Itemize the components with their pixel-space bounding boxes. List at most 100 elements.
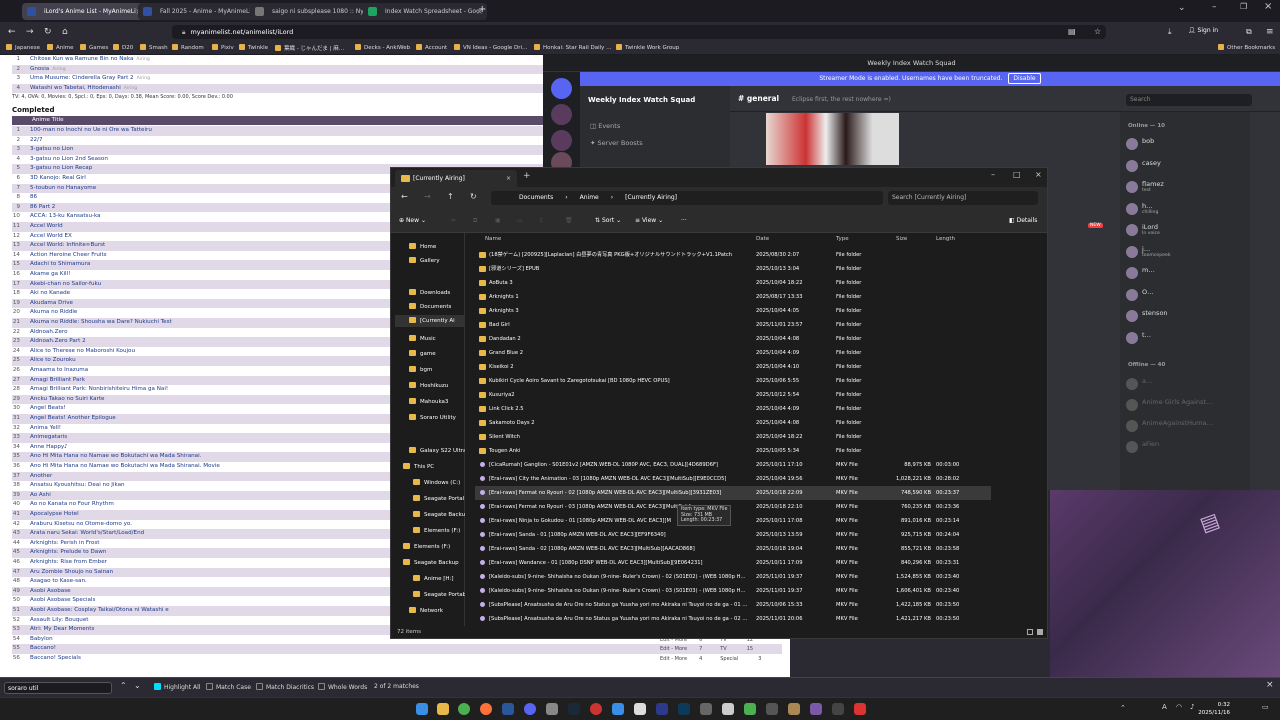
highlight-all-checkbox[interactable]: Highlight All <box>154 683 200 691</box>
bookmark-item[interactable]: Twinkle Work Group <box>616 44 679 51</box>
bookmark-item[interactable]: Pixiv <box>212 44 234 51</box>
nav-item[interactable]: bgm <box>395 364 465 376</box>
close-window-icon[interactable]: × <box>1264 1 1272 12</box>
tab-spreadsheet[interactable]: Index Watch Spreadsheet - Goo × <box>363 3 487 20</box>
anime-title-link[interactable]: Ancku Takao no Suiri Karte <box>30 396 105 402</box>
anime-title-link[interactable]: Amagi Brilliant Park: Nonbirishiteiru Hi… <box>30 386 168 392</box>
more-options-button[interactable]: ··· <box>681 217 687 224</box>
notifications-icon[interactable]: ▭ <box>1262 703 1269 711</box>
member-item[interactable]: O… <box>1126 287 1248 303</box>
match-diacritics-checkbox[interactable]: Match Diacritics <box>256 683 314 691</box>
download-icon[interactable]: ⤓ <box>1168 26 1172 38</box>
app-icon[interactable] <box>854 703 866 715</box>
anime-title-link[interactable]: 86 <box>30 194 37 200</box>
bookmark-item[interactable]: Japanese <box>6 44 40 51</box>
bookmark-item[interactable]: Twinkle <box>239 44 268 51</box>
anime-title-link[interactable]: Akuma no Riddle: Shousha wa Dare? Nukiuc… <box>30 319 172 325</box>
app-icon[interactable] <box>832 703 844 715</box>
discord-search-input[interactable]: Search <box>1126 94 1252 106</box>
anime-title-link[interactable]: Baccano! Specials <box>30 655 81 661</box>
anime-title-link[interactable]: 5-toubun no Hanayome <box>30 185 96 191</box>
file-row[interactable]: AoButa 3 2025/10/04 18:22 File folder <box>475 276 991 290</box>
anime-title-link[interactable]: 3-gatsu no Lion <box>30 146 73 152</box>
back-icon[interactable]: ← <box>401 192 408 201</box>
url-input[interactable]: 🔒︎ myanimelist.net/animelist/iLord <box>172 25 1106 39</box>
bookmark-item[interactable]: Smash <box>140 44 168 51</box>
anime-title-link[interactable]: Accel World EX <box>30 233 72 239</box>
column-date[interactable]: Date <box>756 236 769 242</box>
anime-title-link[interactable]: Aldnoah.Zero Part 2 <box>30 338 86 344</box>
maximize-icon[interactable]: ❐ <box>1240 2 1247 11</box>
anime-title-link[interactable]: Akudama Drive <box>30 300 73 306</box>
nav-item[interactable]: [Currently Ai <box>395 315 465 327</box>
cut-icon[interactable]: ✂︎ <box>451 217 456 224</box>
file-row[interactable]: [Kaleido-subs] 9-nine- Shihaisha no Ouka… <box>475 570 991 584</box>
anime-title-link[interactable]: Alice to Therese no Maboroshi Koujou <box>30 348 135 354</box>
nav-item[interactable]: Hoshikuzu <box>395 380 465 392</box>
events-item[interactable]: ◫ Events <box>590 122 620 130</box>
file-row[interactable]: Silent Witch 2025/10/04 18:22 File folder <box>475 430 991 444</box>
member-item[interactable]: AnimeAgainstHuma… <box>1126 418 1248 434</box>
other-bookmarks[interactable]: Other Bookmarks <box>1218 44 1275 51</box>
delete-icon[interactable]: 🗑︎ <box>565 217 573 224</box>
explorer-tab[interactable]: [Currently Airing] × <box>395 170 517 187</box>
file-row[interactable]: [CicaRumah] Ganglion - S01E01v2 [AMZN.WE… <box>475 458 991 472</box>
nav-item[interactable]: Network <box>395 605 465 617</box>
anime-title-link[interactable]: Animegataris <box>30 434 67 440</box>
anime-title-link[interactable]: Amagi Brilliant Park <box>30 377 85 383</box>
up-icon[interactable]: ↑ <box>447 192 454 201</box>
tab-fall-2025[interactable]: Fall 2025 - Anime - MyAnimeLis× <box>138 3 262 20</box>
anime-title-link[interactable]: Arata naru Sekai: World's/Start/Load/End <box>30 530 144 536</box>
anime-title-link[interactable]: Another <box>30 473 52 479</box>
nav-item[interactable]: Downloads <box>395 287 465 299</box>
nav-item[interactable]: Elements (F:) <box>395 541 465 553</box>
app-icon[interactable] <box>810 703 822 715</box>
nav-item[interactable]: Music <box>395 333 465 345</box>
details-view-icon[interactable] <box>1027 629 1033 635</box>
breadcrumb[interactable]: Documents › Anime › [Currently Airing] <box>491 191 883 205</box>
anime-title-link[interactable]: Aru Zombie Shoujo no Sainan <box>30 569 113 575</box>
file-row[interactable]: Sakamoto Days 2 2025/10/04 4:08 File folde… <box>475 416 991 430</box>
tab-list-icon[interactable]: ⌄ <box>1178 3 1186 13</box>
tab-nyaa[interactable]: saigo ni subsplease 1080 :: Nya× <box>250 3 374 20</box>
anime-title-link[interactable]: 3-gatsu no Lion Recap <box>30 165 92 171</box>
file-row[interactable]: [Erai-raws] Sanda - 01 [1080p AMZN WEB-D… <box>475 528 991 542</box>
new-tab-button[interactable]: + <box>478 4 486 15</box>
member-item[interactable]: h… chilling <box>1126 201 1248 217</box>
find-input[interactable]: soraro util <box>4 682 112 694</box>
anime-title-link[interactable]: Araburu Kisetsu no Otome-domo yo. <box>30 521 132 527</box>
app-icon[interactable] <box>546 703 558 715</box>
whole-words-checkbox[interactable]: Whole Words <box>318 683 367 691</box>
minimize-icon[interactable]: – <box>1212 2 1217 12</box>
file-row[interactable]: [Erai-raws] Fermat no Ryouri - 03 [1080p… <box>475 500 991 514</box>
app-icon[interactable] <box>788 703 800 715</box>
nav-item[interactable]: Anime [H:] <box>395 573 465 585</box>
tiles-view-icon[interactable] <box>1037 629 1043 635</box>
anime-title-link[interactable]: Anima Yell! <box>30 425 61 431</box>
member-item[interactable]: stenson <box>1126 308 1248 324</box>
file-explorer-icon[interactable] <box>437 703 449 715</box>
bookmark-item[interactable]: Games <box>80 44 108 51</box>
anime-title-link[interactable]: Asobi Asobase <box>30 588 71 594</box>
anime-title-link[interactable]: Angel Beats! <box>30 405 66 411</box>
server-name[interactable]: Weekly Index Watch Squad <box>588 96 695 104</box>
nav-item[interactable]: Mahouka3 <box>395 396 465 408</box>
app-icon[interactable] <box>722 703 734 715</box>
anime-title-link[interactable]: Atri: My Dear Moments <box>30 626 94 632</box>
member-item[interactable]: iLord In voice <box>1126 222 1248 238</box>
anime-title-link[interactable]: Aki no Kanade <box>30 290 70 296</box>
app-icon[interactable] <box>590 703 602 715</box>
nav-item[interactable]: This PC <box>395 461 465 473</box>
close-find-icon[interactable]: × <box>1266 680 1274 690</box>
bookmark-item[interactable]: 葉織 - じゃんだま | 麻… <box>275 44 344 52</box>
forward-icon[interactable]: → <box>26 26 34 38</box>
file-row[interactable]: Bad Girl 2025/11/01 23:57 File folder <box>475 318 991 332</box>
column-name[interactable]: Name <box>485 236 501 242</box>
file-row[interactable]: [SubsPlease] Ansatsusha de Aru Ore no St… <box>475 612 991 626</box>
file-row[interactable]: Dandadan 2 2025/10/04 4:08 File folder <box>475 332 991 346</box>
anime-title-link[interactable]: Arknights: Rise from Ember <box>30 559 107 565</box>
file-row[interactable]: [Erai-raws] Ninja to Gokudou - 01 [1080p… <box>475 514 991 528</box>
server-icon[interactable] <box>551 130 572 151</box>
nav-item[interactable]: Seagate Portal <box>395 493 465 505</box>
anime-title-link[interactable]: Baccano! <box>30 645 56 651</box>
